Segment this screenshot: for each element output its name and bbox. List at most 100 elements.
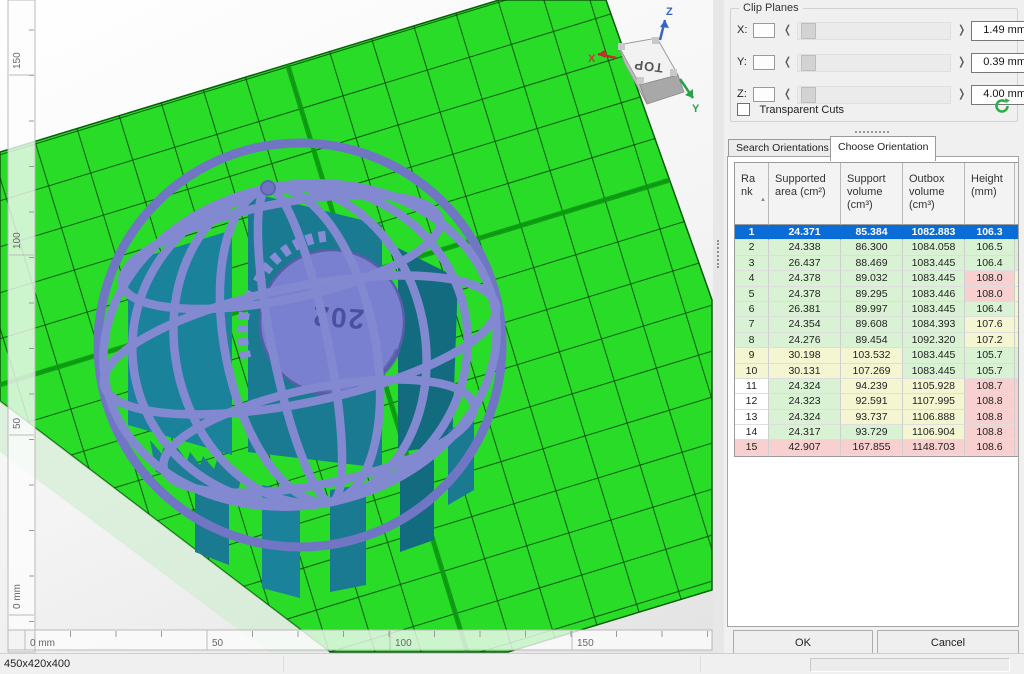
table-cell: 1083.445 xyxy=(903,364,965,379)
table-cell: 106.4 xyxy=(965,302,1015,317)
table-cell: 8 xyxy=(735,333,769,348)
table-cell: 5 xyxy=(1015,317,1019,332)
column-header[interactable]: Supportvolume(cm³) xyxy=(841,163,903,225)
table-cell: 10 xyxy=(735,364,769,379)
table-cell: 106.4 xyxy=(965,256,1015,271)
table-cell: 103.532 xyxy=(841,348,903,363)
table-cell: 1083.445 xyxy=(903,256,965,271)
table-cell: 1148.703 xyxy=(903,440,965,455)
table-cell: 5 xyxy=(1015,302,1019,317)
choose-orientation-panel: Rank▲Supportedarea (cm²)Supportvolume(cm… xyxy=(727,156,1019,627)
clip-y-slider[interactable] xyxy=(797,54,951,72)
clip-x-checkbox[interactable] xyxy=(753,23,775,38)
table-row[interactable]: 424.37889.0321083.445108.05 xyxy=(735,271,1019,286)
table-row[interactable]: 1124.32494.2391105.928108.75 xyxy=(735,379,1019,394)
table-body: 124.37185.3841082.883106.35224.33886.300… xyxy=(735,225,1019,456)
table-cell: 1105.928 xyxy=(903,379,965,394)
clip-y-label: Y: xyxy=(737,56,747,68)
splitter-grip-horizontal[interactable] xyxy=(855,131,889,133)
clip-y-left-arrow[interactable]: ❬ xyxy=(783,55,792,68)
table-cell: 107.6 xyxy=(965,317,1015,332)
table-cell: 1083.446 xyxy=(903,287,965,302)
table-cell: 106.5 xyxy=(965,240,1015,255)
table-cell: 1 xyxy=(735,225,769,240)
column-header[interactable]: Height(mm) xyxy=(965,163,1015,225)
table-row[interactable]: 1224.32392.5911107.995108.85 xyxy=(735,394,1019,409)
table-cell: 108.8 xyxy=(965,425,1015,440)
clip-y-slider-thumb[interactable] xyxy=(801,55,816,71)
status-bar: 450x420x400 xyxy=(0,653,1024,674)
clip-x-value[interactable]: 1.49 mm xyxy=(971,21,1024,41)
table-row[interactable]: 824.27689.4541092.320107.25 xyxy=(735,333,1019,348)
table-cell: 86.300 xyxy=(841,240,903,255)
table-cell: 13 xyxy=(735,410,769,425)
3d-viewport[interactable]: 202 150100500 mm 0 mm50100150 xyxy=(0,0,713,653)
clip-x-right-arrow[interactable]: ❭ xyxy=(957,23,966,36)
table-cell: 26.437 xyxy=(769,256,841,271)
clip-x-slider[interactable] xyxy=(797,22,951,40)
clip-z-checkbox[interactable] xyxy=(753,87,775,102)
panel-splitter[interactable] xyxy=(713,0,724,653)
horizontal-ruler: 0 mm50100150 xyxy=(8,630,712,650)
table-cell: 107.2 xyxy=(965,333,1015,348)
table-cell: 108.7 xyxy=(965,379,1015,394)
table-cell: 5 xyxy=(1015,225,1019,240)
table-row[interactable]: 1542.907167.8551148.703108.65 xyxy=(735,440,1019,455)
table-row[interactable]: 1030.131107.2691083.445105.75 xyxy=(735,364,1019,379)
table-cell: 89.295 xyxy=(841,287,903,302)
clip-plane-row-y: Y: ❬ ❭ 0.39 mm xyxy=(735,53,1013,73)
clip-x-slider-thumb[interactable] xyxy=(801,23,816,39)
refresh-icon[interactable] xyxy=(993,97,1011,115)
table-cell: 89.454 xyxy=(841,333,903,348)
table-row[interactable]: 724.35489.6081084.393107.65 xyxy=(735,317,1019,332)
table-row[interactable]: 224.33886.3001084.058106.55 xyxy=(735,240,1019,255)
clip-z-left-arrow[interactable]: ❬ xyxy=(783,87,792,100)
table-cell: 24.324 xyxy=(769,410,841,425)
table-cell: 24.371 xyxy=(769,225,841,240)
table-cell: 5 xyxy=(735,287,769,302)
table-row[interactable]: 1324.32493.7371106.888108.85 xyxy=(735,410,1019,425)
table-row[interactable]: 930.198103.5321083.445105.75 xyxy=(735,348,1019,363)
ruler-label: 100 xyxy=(12,232,23,249)
clip-z-right-arrow[interactable]: ❭ xyxy=(957,87,966,100)
column-header[interactable]: Supportedarea (cm²) xyxy=(769,163,841,225)
table-cell: 5 xyxy=(1015,287,1019,302)
ok-button[interactable]: OK xyxy=(733,630,873,655)
clip-y-value[interactable]: 0.39 mm xyxy=(971,53,1024,73)
transparent-cuts-label: Transparent Cuts xyxy=(759,104,844,116)
table-cell: 89.608 xyxy=(841,317,903,332)
table-row[interactable]: 524.37889.2951083.446108.05 xyxy=(735,287,1019,302)
table-row[interactable]: 1424.31793.7291106.904108.85 xyxy=(735,425,1019,440)
ruler-label: 50 xyxy=(212,638,224,649)
ruler-label: 50 xyxy=(12,417,23,429)
clip-x-left-arrow[interactable]: ❬ xyxy=(783,23,792,36)
clip-y-checkbox[interactable] xyxy=(753,55,775,70)
axis-y-label: Y xyxy=(692,103,700,115)
table-cell: 1084.393 xyxy=(903,317,965,332)
table-cell: 5 xyxy=(1015,240,1019,255)
clip-x-label: X: xyxy=(737,24,747,36)
table-cell: 7 xyxy=(735,317,769,332)
table-cell: 92.591 xyxy=(841,394,903,409)
table-cell: 5 xyxy=(1015,425,1019,440)
table-cell: 106.3 xyxy=(965,225,1015,240)
table-cell: 24.378 xyxy=(769,271,841,286)
clip-y-right-arrow[interactable]: ❭ xyxy=(957,55,966,68)
table-cell: 1083.445 xyxy=(903,271,965,286)
table-row[interactable]: 124.37185.3841082.883106.35 xyxy=(735,225,1019,240)
table-cell: 12 xyxy=(735,394,769,409)
column-header[interactable]: Outboxvolume(cm³) xyxy=(903,163,965,225)
table-cell: 14 xyxy=(735,425,769,440)
splitter-grip[interactable] xyxy=(717,240,719,268)
status-field xyxy=(810,658,1010,672)
column-header[interactable]: Rank▲ xyxy=(735,163,769,225)
table-cell: 88.469 xyxy=(841,256,903,271)
table-cell: 108.0 xyxy=(965,271,1015,286)
table-cell: 5 xyxy=(1015,364,1019,379)
column-header[interactable]: Cegrahe xyxy=(1015,163,1019,225)
table-row[interactable]: 326.43788.4691083.445106.45 xyxy=(735,256,1019,271)
transparent-cuts-checkbox[interactable] xyxy=(737,103,750,116)
tab-choose-orientation[interactable]: Choose Orientation xyxy=(830,136,936,161)
table-row[interactable]: 626.38189.9971083.445106.45 xyxy=(735,302,1019,317)
cancel-button[interactable]: Cancel xyxy=(877,630,1019,655)
